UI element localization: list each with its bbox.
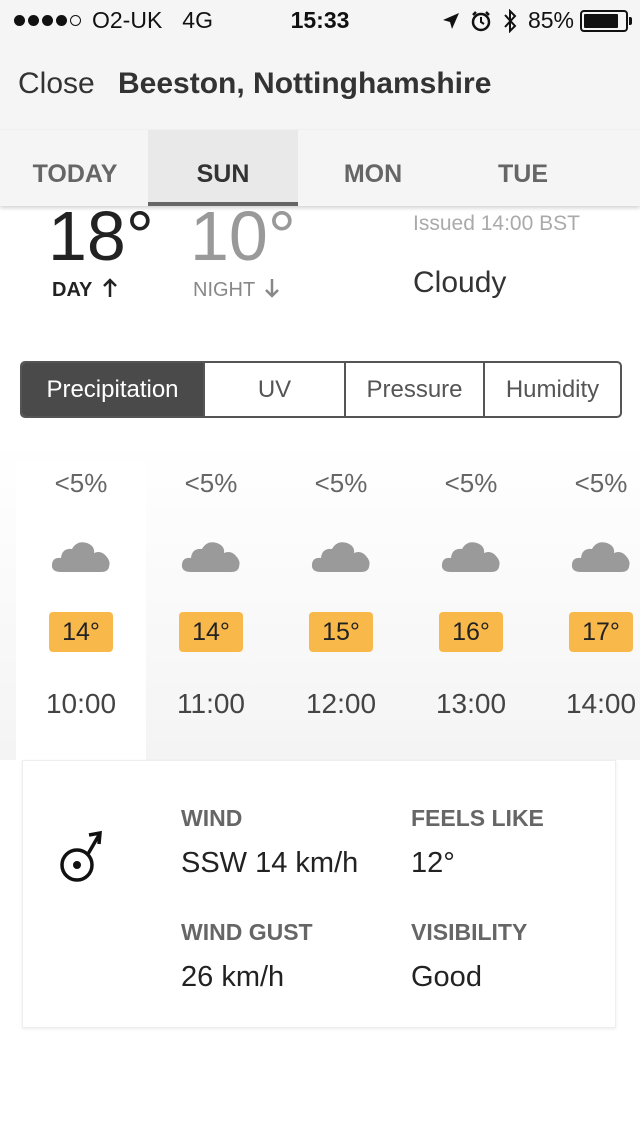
hourly-temperature: 14° bbox=[179, 612, 243, 652]
cloud-icon bbox=[51, 542, 110, 572]
arrow-up-icon bbox=[102, 278, 117, 297]
status-bar: O2-UK 4G 15:33 85% bbox=[0, 0, 640, 40]
close-button[interactable]: Close bbox=[18, 67, 95, 101]
status-right: 85% bbox=[442, 7, 632, 34]
weather-condition: Cloudy bbox=[413, 266, 507, 299]
tab-today[interactable]: TODAY bbox=[0, 130, 150, 206]
day-temperature: 18° bbox=[48, 197, 154, 275]
precipitation-chance: <5% bbox=[444, 468, 498, 498]
battery-icon bbox=[580, 9, 632, 32]
night-label-text: NIGHT bbox=[193, 279, 255, 301]
hourly-time: 12:00 bbox=[305, 688, 377, 719]
visibility-label: VISIBILITY bbox=[411, 919, 528, 945]
wind-gust-label: WIND GUST bbox=[181, 919, 313, 945]
cloud-icon bbox=[441, 542, 500, 572]
hourly-time: 13:00 bbox=[435, 688, 507, 719]
hourly-temperature: 16° bbox=[439, 612, 503, 652]
metric-selector: Precipitation UV Pressure Humidity bbox=[20, 361, 622, 418]
hourly-item[interactable]: <5% 14° 11:00 bbox=[146, 460, 276, 760]
segment-precipitation[interactable]: Precipitation bbox=[22, 363, 205, 416]
bluetooth-icon bbox=[504, 8, 517, 33]
day-tabs: TODAY SUN MON TUE bbox=[0, 130, 640, 206]
hourly-temperature: 15° bbox=[309, 612, 373, 652]
cloud-icon bbox=[571, 542, 630, 572]
header: Close Beeston, Nottinghamshire bbox=[0, 40, 640, 130]
night-temperature: 10° bbox=[190, 197, 296, 275]
hourly-time: 11:00 bbox=[177, 688, 245, 719]
location-title: Beeston, Nottinghamshire bbox=[118, 67, 492, 100]
wind-label: WIND bbox=[181, 805, 243, 831]
battery-percent: 85% bbox=[527, 7, 574, 33]
night-label: NIGHT bbox=[193, 278, 280, 302]
segment-uv[interactable]: UV bbox=[205, 363, 346, 416]
location-arrow-icon bbox=[442, 12, 459, 29]
tab-tue[interactable]: TUE bbox=[448, 130, 598, 206]
hourly-item[interactable]: <5% 15° 12:00 bbox=[276, 460, 406, 760]
visibility-value: Good bbox=[411, 961, 482, 993]
day-label: DAY bbox=[52, 278, 118, 302]
day-label-text: DAY bbox=[52, 279, 93, 301]
hourly-item[interactable]: <5% 16° 13:00 bbox=[406, 460, 536, 760]
hourly-item[interactable]: <5% 14° 10:00 bbox=[16, 460, 146, 760]
details-card: WIND SSW 14 km/h FEELS LIKE 12° WIND GUS… bbox=[22, 760, 616, 1028]
precipitation-chance: <5% bbox=[574, 468, 628, 498]
cloud-icon bbox=[181, 542, 240, 572]
precipitation-chance: <5% bbox=[54, 468, 108, 498]
wind-value: SSW 14 km/h bbox=[181, 847, 359, 879]
tab-sun[interactable]: SUN bbox=[148, 130, 298, 206]
cloud-icon bbox=[311, 542, 370, 572]
segment-pressure[interactable]: Pressure bbox=[346, 363, 485, 416]
hourly-time: 10:00 bbox=[45, 688, 117, 719]
feels-like-value: 12° bbox=[411, 847, 455, 879]
tab-mon[interactable]: MON bbox=[298, 130, 448, 206]
precipitation-chance: <5% bbox=[314, 468, 368, 498]
wind-direction-icon bbox=[60, 830, 102, 882]
hourly-temperature: 14° bbox=[49, 612, 113, 652]
arrow-down-icon bbox=[265, 279, 280, 298]
forecast-summary: 18° 10° DAY NIGHT Issued 14:00 BST Cloud… bbox=[0, 197, 640, 326]
precipitation-chance: <5% bbox=[184, 468, 238, 498]
hourly-time: 14:00 bbox=[565, 688, 637, 719]
hourly-temperature: 17° bbox=[569, 612, 633, 652]
hourly-item[interactable]: <5% 17° 14:00 bbox=[536, 460, 640, 760]
issued-time: Issued 14:00 BST bbox=[413, 212, 580, 235]
wind-gust-value: 26 km/h bbox=[181, 961, 285, 993]
segment-humidity[interactable]: Humidity bbox=[485, 363, 620, 416]
feels-like-label: FEELS LIKE bbox=[411, 805, 544, 831]
alarm-icon bbox=[471, 10, 491, 31]
